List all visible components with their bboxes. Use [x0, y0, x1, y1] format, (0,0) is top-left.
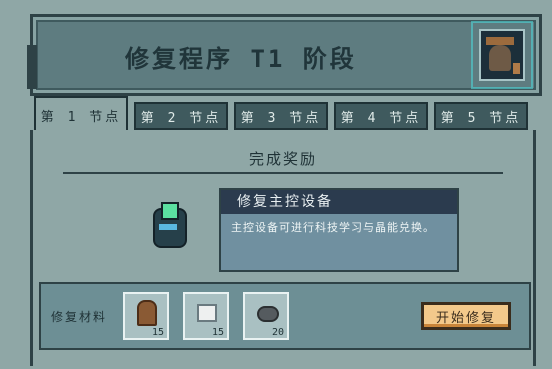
materials-bar: 修复材料 15 15 20 开始修复: [39, 282, 531, 350]
header-corner: [27, 45, 37, 89]
device-lights: [159, 224, 177, 230]
paper-icon: [197, 304, 217, 322]
node-tabs: 第 1 节点 第 2 节点 第 3 节点 第 4 节点 第 5 节点: [34, 96, 534, 132]
content-panel: 完成奖励 修复主控设备 主控设备可进行科技学习与晶能兑换。 修复材料 15 15: [30, 130, 536, 366]
start-repair-button[interactable]: 开始修复: [421, 302, 511, 330]
wood-log-icon: [137, 300, 157, 326]
reward-item-desc: 主控设备可进行科技学习与晶能兑换。: [231, 221, 435, 234]
material-slot-wood[interactable]: 15: [123, 292, 169, 340]
control-device-icon: [151, 202, 187, 248]
tab-node-3[interactable]: 第 3 节点: [234, 102, 328, 130]
material-slot-ore[interactable]: 20: [243, 292, 289, 340]
barrel-icon: [513, 63, 520, 74]
tab-node-5[interactable]: 第 5 节点: [434, 102, 528, 130]
material-count: 15: [151, 327, 164, 338]
tab-node-1[interactable]: 第 1 节点: [34, 96, 128, 132]
well-icon: [489, 45, 511, 71]
page-title: 修复程序 T1 阶段: [125, 45, 357, 73]
roof-icon: [486, 37, 514, 45]
material-count: 15: [211, 327, 224, 338]
divider: [63, 172, 503, 174]
material-slot-paper[interactable]: 15: [183, 292, 229, 340]
reward-item-name: 修复主控设备: [221, 190, 457, 214]
materials-label: 修复材料: [51, 310, 108, 324]
ore-icon: [257, 306, 279, 322]
well-portrait-icon: [479, 29, 525, 81]
reward-title: 完成奖励: [248, 150, 317, 168]
material-count: 20: [271, 327, 284, 338]
device-screen: [161, 202, 179, 220]
tab-node-2[interactable]: 第 2 节点: [134, 102, 228, 130]
header-panel: 修复程序 T1 阶段: [27, 14, 542, 96]
tab-node-4[interactable]: 第 4 节点: [334, 102, 428, 130]
window-frame: 修复程序 T1 阶段 第 1 节点 第 2 节点 第 3 节点 第 4 节点 第…: [0, 0, 552, 369]
reward-info-box: 修复主控设备 主控设备可进行科技学习与晶能兑换。: [219, 188, 459, 272]
